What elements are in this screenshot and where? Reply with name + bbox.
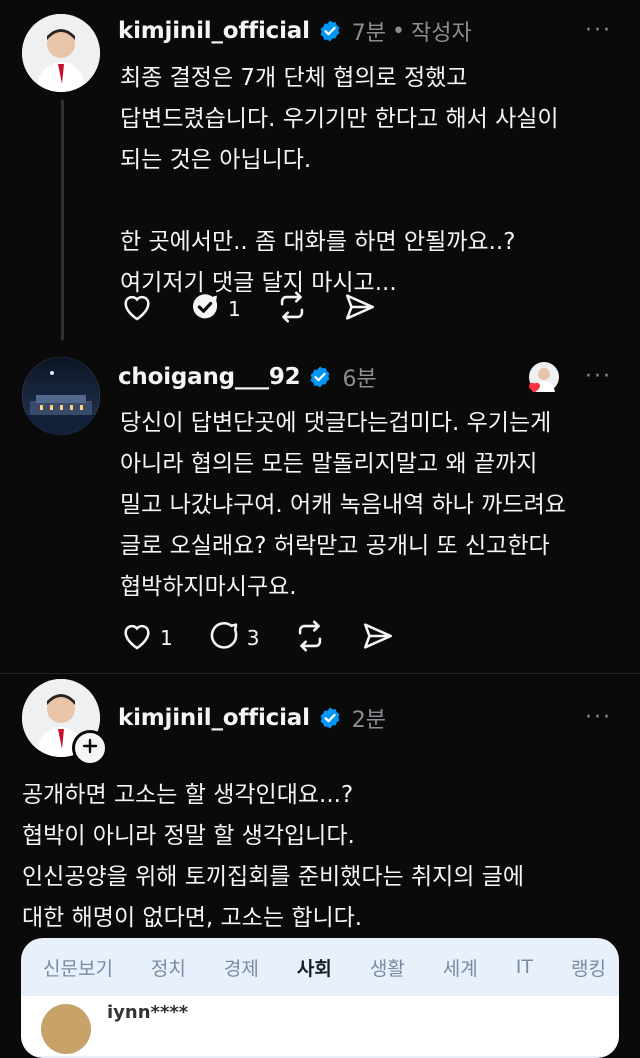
heart-icon	[120, 619, 154, 657]
post-time: 6분	[342, 367, 377, 392]
news-tab: 랭킹	[570, 957, 606, 980]
avatar[interactable]	[22, 14, 100, 92]
post-time: 2분	[351, 708, 387, 733]
news-tab: 세계	[442, 957, 478, 980]
divider	[0, 673, 640, 674]
separator: •	[392, 18, 406, 44]
username[interactable]: choigang___92	[118, 364, 301, 390]
news-tabs: 신문보기 정치 경제 사회 생활 세계 IT 랭킹	[21, 938, 619, 996]
post-body: 공개하면 고소는 할 생각인대요...? 협박이 아니라 정말 할 생각입니다.…	[22, 782, 525, 931]
news-comment-preview: iynn****	[21, 996, 619, 1056]
more-icon[interactable]: ···	[585, 18, 612, 43]
verified-badge-icon	[308, 365, 332, 389]
heart-icon	[120, 290, 154, 328]
news-tab: 신문보기	[43, 957, 113, 980]
news-tab-active: 사회	[296, 957, 332, 980]
reply-button[interactable]: 3	[207, 619, 260, 657]
news-tab: 경제	[223, 957, 259, 980]
thread-line	[61, 100, 64, 340]
repost-icon	[275, 290, 309, 328]
plus-icon	[82, 738, 98, 758]
share-button[interactable]	[361, 619, 395, 657]
post-time: 7분	[351, 21, 387, 46]
username[interactable]: kimjinil_official	[118, 705, 310, 731]
action-bar: 1	[120, 290, 411, 328]
author-row: choigang___92 6분	[118, 360, 377, 394]
share-button[interactable]	[343, 290, 377, 328]
author-tag: 작성자	[411, 21, 472, 46]
more-icon[interactable]: ···	[585, 705, 612, 730]
share-icon	[361, 619, 395, 657]
news-tab: 정치	[150, 957, 186, 980]
verified-badge-icon	[318, 706, 342, 730]
avatar	[41, 1004, 91, 1054]
liked-by-author-avatar	[526, 360, 560, 394]
more-icon[interactable]: ···	[585, 364, 612, 389]
author-row: kimjinil_official 7분 • 작성자	[118, 14, 472, 48]
like-button[interactable]	[120, 290, 154, 328]
reply-count: 1	[228, 297, 241, 321]
attached-image[interactable]: 신문보기 정치 경제 사회 생활 세계 IT 랭킹 iynn****	[21, 938, 619, 1058]
like-button[interactable]: 1	[120, 619, 173, 657]
reply-button[interactable]: 1	[188, 290, 241, 328]
comment-icon	[188, 290, 222, 328]
news-tab: 생활	[369, 957, 405, 980]
post-body: 당신이 답변단곳에 댓글다는겁미다. 우기는게 아니라 협의든 모든 말돌리지말…	[120, 410, 566, 600]
repost-icon	[293, 619, 327, 657]
username[interactable]: kimjinil_official	[118, 18, 310, 44]
news-tab: IT	[515, 956, 533, 978]
action-bar: 1 3	[120, 619, 429, 657]
avatar[interactable]	[22, 357, 100, 435]
comment-icon	[207, 619, 241, 657]
commenter-name: iynn****	[107, 1002, 189, 1023]
author-row: kimjinil_official 2분	[118, 701, 386, 735]
like-count: 1	[160, 626, 173, 650]
verified-badge-icon	[318, 19, 342, 43]
post-body: 최종 결정은 7개 단체 협의로 정했고 답변드렸습니다. 우기기만 한다고 해…	[120, 65, 559, 296]
share-icon	[343, 290, 377, 328]
reply-count: 3	[246, 626, 260, 650]
repost-button[interactable]	[275, 290, 309, 328]
follow-plus-button[interactable]	[72, 730, 108, 766]
repost-button[interactable]	[293, 619, 327, 657]
